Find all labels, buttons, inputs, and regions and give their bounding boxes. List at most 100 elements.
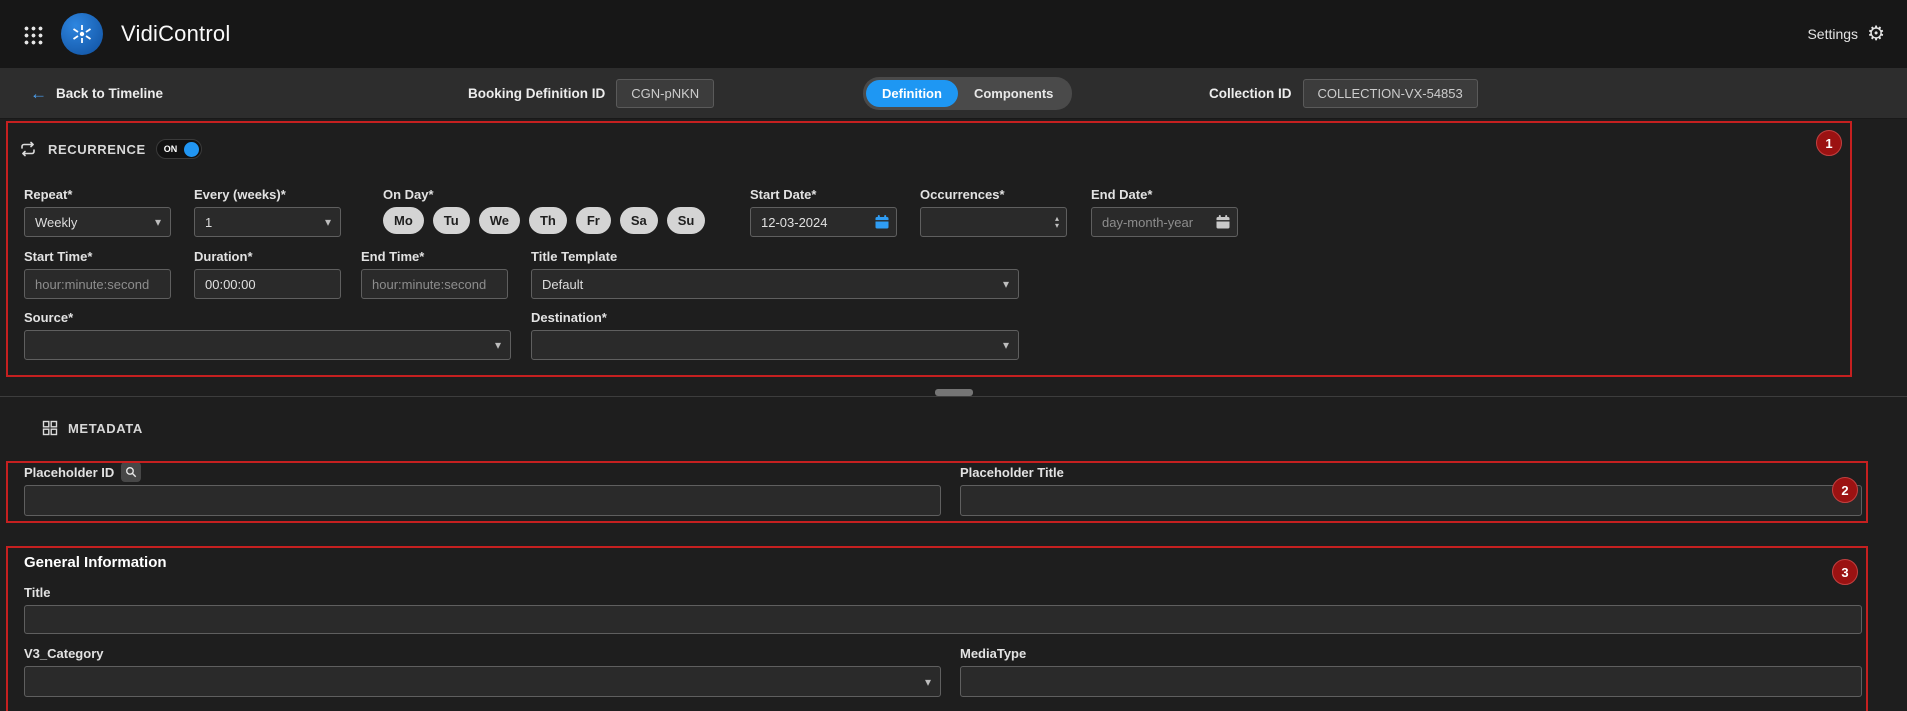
end-date-label: End Date* bbox=[1091, 186, 1238, 202]
v3-category-label: V3_Category bbox=[24, 645, 941, 661]
start-time-field: Start Time* bbox=[24, 248, 171, 299]
every-weeks-select[interactable]: 1 ▾ bbox=[194, 207, 341, 237]
back-label: Back to Timeline bbox=[56, 86, 163, 101]
day-pill-sa[interactable]: Sa bbox=[620, 207, 658, 234]
metadata-grid-icon bbox=[42, 420, 58, 436]
sub-header: ← Back to Timeline Booking Definition ID… bbox=[0, 68, 1907, 119]
media-type-label: MediaType bbox=[960, 645, 1862, 661]
duration-field: Duration* bbox=[194, 248, 341, 299]
gear-icon: ⚙ bbox=[1867, 24, 1885, 44]
occurrences-field: Occurrences* ▴ ▾ bbox=[920, 186, 1067, 237]
source-select[interactable]: ▾ bbox=[24, 330, 511, 360]
apps-grid-icon[interactable] bbox=[22, 24, 43, 45]
collection-id-group: Collection ID COLLECTION-VX-54853 bbox=[1209, 68, 1478, 118]
day-pill-su[interactable]: Su bbox=[667, 207, 706, 234]
placeholder-title-field: Placeholder Title bbox=[960, 464, 1862, 516]
tab-group: Definition Components bbox=[863, 77, 1072, 110]
placeholder-id-search-button[interactable] bbox=[121, 462, 141, 482]
chevron-down-icon: ▾ bbox=[325, 215, 331, 229]
settings-label: Settings bbox=[1807, 26, 1858, 42]
media-type-input[interactable] bbox=[960, 666, 1862, 697]
stepper-down-icon[interactable]: ▾ bbox=[1055, 222, 1059, 229]
duration-input[interactable] bbox=[194, 269, 341, 299]
title-template-value: Default bbox=[542, 277, 583, 292]
source-field: Source* ▾ bbox=[24, 309, 511, 360]
duration-label: Duration* bbox=[194, 248, 341, 264]
calendar-icon[interactable] bbox=[874, 214, 890, 230]
destination-select[interactable]: ▾ bbox=[531, 330, 1019, 360]
chevron-down-icon: ▾ bbox=[495, 338, 501, 352]
chevron-down-icon: ▾ bbox=[1003, 277, 1009, 291]
day-pill-group: Mo Tu We Th Fr Sa Su bbox=[383, 207, 705, 234]
section-divider bbox=[0, 396, 1907, 397]
title-field: Title bbox=[24, 584, 1862, 634]
day-pill-th[interactable]: Th bbox=[529, 207, 567, 234]
placeholder-id-label: Placeholder ID bbox=[24, 465, 114, 480]
resize-handle[interactable] bbox=[935, 389, 973, 396]
recurrence-header: RECURRENCE ON bbox=[18, 139, 202, 159]
calendar-icon[interactable] bbox=[1215, 214, 1231, 230]
occurrences-input[interactable] bbox=[920, 207, 1067, 237]
app-window: VidiControl Settings ⚙ ← Back to Timelin… bbox=[0, 0, 1907, 711]
booking-definition-id-value: CGN-pNKN bbox=[616, 79, 714, 108]
on-day-label: On Day* bbox=[383, 186, 705, 202]
top-bar: VidiControl Settings ⚙ bbox=[0, 0, 1907, 68]
day-pill-tu[interactable]: Tu bbox=[433, 207, 470, 234]
app-title: VidiControl bbox=[121, 21, 230, 47]
placeholder-id-input[interactable] bbox=[24, 485, 941, 516]
metadata-title: METADATA bbox=[68, 421, 143, 436]
placeholder-title-input[interactable] bbox=[960, 485, 1862, 516]
placeholder-id-field: Placeholder ID bbox=[24, 464, 941, 516]
v3-category-select[interactable]: ▾ bbox=[24, 666, 941, 697]
destination-label: Destination* bbox=[531, 309, 1019, 325]
end-time-input[interactable] bbox=[361, 269, 508, 299]
back-to-timeline-link[interactable]: ← Back to Timeline bbox=[30, 68, 163, 118]
start-date-label: Start Date* bbox=[750, 186, 897, 202]
v3-category-field: V3_Category ▾ bbox=[24, 645, 941, 697]
booking-definition-group: Booking Definition ID CGN-pNKN bbox=[468, 68, 714, 118]
day-pill-mo[interactable]: Mo bbox=[383, 207, 424, 234]
start-date-field: Start Date* bbox=[750, 186, 897, 237]
collection-id-label: Collection ID bbox=[1209, 86, 1292, 101]
toggle-on-label: ON bbox=[164, 144, 178, 154]
start-time-input[interactable] bbox=[24, 269, 171, 299]
recurrence-toggle[interactable]: ON bbox=[156, 139, 202, 159]
start-time-label: Start Time* bbox=[24, 248, 171, 264]
settings-button[interactable]: Settings ⚙ bbox=[1807, 24, 1885, 44]
repeat-label: Repeat* bbox=[24, 186, 171, 202]
topbar-left: VidiControl bbox=[22, 13, 230, 55]
end-date-field: End Date* bbox=[1091, 186, 1238, 237]
booking-definition-id-label: Booking Definition ID bbox=[468, 86, 605, 101]
annotation-badge-1: 1 bbox=[1816, 130, 1842, 156]
repeat-icon bbox=[18, 139, 38, 159]
annotation-badge-3: 3 bbox=[1832, 559, 1858, 585]
title-template-field: Title Template Default ▾ bbox=[531, 248, 1019, 299]
tab-components[interactable]: Components bbox=[958, 80, 1069, 107]
tab-definition[interactable]: Definition bbox=[866, 80, 958, 107]
every-weeks-label: Every (weeks)* bbox=[194, 186, 341, 202]
chevron-down-icon: ▾ bbox=[925, 675, 931, 689]
general-information-heading: General Information bbox=[24, 554, 167, 571]
app-logo[interactable] bbox=[61, 13, 103, 55]
metadata-header: METADATA bbox=[42, 420, 143, 436]
title-input[interactable] bbox=[24, 605, 1862, 634]
occurrences-stepper[interactable]: ▴ ▾ bbox=[1055, 215, 1059, 229]
destination-field: Destination* ▾ bbox=[531, 309, 1019, 360]
every-weeks-field: Every (weeks)* 1 ▾ bbox=[194, 186, 341, 237]
chevron-down-icon: ▾ bbox=[1003, 338, 1009, 352]
title-template-select[interactable]: Default ▾ bbox=[531, 269, 1019, 299]
placeholder-title-label: Placeholder Title bbox=[960, 464, 1862, 480]
repeat-field: Repeat* Weekly ▾ bbox=[24, 186, 171, 237]
media-type-field: MediaType bbox=[960, 645, 1862, 697]
back-arrow-icon: ← bbox=[30, 85, 47, 102]
repeat-select[interactable]: Weekly ▾ bbox=[24, 207, 171, 237]
every-weeks-value: 1 bbox=[205, 215, 212, 230]
collection-id-value: COLLECTION-VX-54853 bbox=[1303, 79, 1478, 108]
toggle-knob bbox=[184, 142, 199, 157]
recurrence-title: RECURRENCE bbox=[48, 142, 146, 157]
definition-components-toggle: Definition Components bbox=[863, 68, 1072, 118]
day-pill-we[interactable]: We bbox=[479, 207, 520, 234]
day-pill-fr[interactable]: Fr bbox=[576, 207, 611, 234]
title-template-label: Title Template bbox=[531, 248, 1019, 264]
end-time-label: End Time* bbox=[361, 248, 508, 264]
